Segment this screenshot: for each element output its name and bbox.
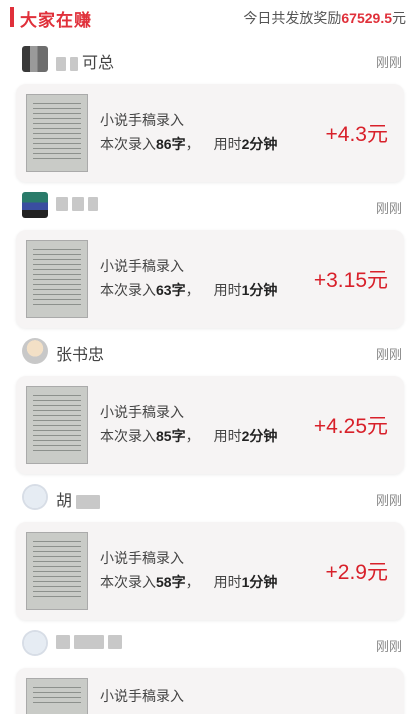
- user-avatar[interactable]: [22, 46, 48, 72]
- user-avatar[interactable]: [22, 192, 48, 218]
- duration: 2分钟: [241, 428, 278, 444]
- stats-mid: 用时: [213, 428, 242, 444]
- summary-unit: 元: [392, 10, 406, 26]
- username: 张书忠: [56, 341, 104, 365]
- stats-mid: 用时: [213, 136, 242, 152]
- task-name: 小说手稿录入: [100, 404, 184, 420]
- user-row: 刚刚: [0, 624, 420, 660]
- task-card[interactable]: 小说手稿录入 本次录入85字， 用时2分钟 +4.25元: [16, 376, 404, 474]
- username: 胡: [56, 487, 104, 511]
- manuscript-thumbnail: [26, 532, 88, 610]
- section-title: 大家在赚: [20, 11, 92, 30]
- task-stats: 本次录入63字， 用时1分钟: [100, 282, 278, 298]
- manuscript-thumbnail: [26, 94, 88, 172]
- stats-prefix: 本次录入: [100, 574, 156, 590]
- char-count: 86字: [156, 136, 186, 152]
- redacted-name-block: [70, 56, 78, 71]
- redacted-name-block: [108, 634, 122, 649]
- redacted-name-block: [56, 56, 66, 71]
- manuscript-thumbnail: [26, 386, 88, 464]
- user-row: 可总 刚刚: [0, 40, 420, 76]
- reward-amount: +4.25元: [313, 415, 388, 438]
- user-avatar[interactable]: [22, 630, 48, 656]
- username-text: 张书忠: [56, 347, 105, 364]
- char-count: 63字: [156, 282, 186, 298]
- task-stats: 本次录入85字， 用时2分钟: [100, 428, 278, 444]
- manuscript-thumbnail: [26, 240, 88, 318]
- redacted-name-block: [56, 634, 70, 649]
- username: 可总: [56, 49, 114, 73]
- redacted-name-block: [74, 634, 104, 649]
- task-stats: 本次录入58字， 用时1分钟: [100, 574, 278, 590]
- task-stats: 本次录入86字， 用时2分钟: [100, 136, 278, 152]
- task-card[interactable]: 小说手稿录入: [16, 668, 404, 714]
- task-card[interactable]: 小说手稿录入 本次录入58字， 用时1分钟 +2.9元: [16, 522, 404, 620]
- reward-amount: +4.3元: [325, 123, 388, 146]
- time-label: 刚刚: [375, 55, 402, 70]
- redacted-name-block: [56, 196, 68, 211]
- task-name: 小说手稿录入: [100, 258, 184, 274]
- summary-amount: 67529.5: [341, 10, 392, 26]
- char-count: 58字: [156, 574, 186, 590]
- user-avatar[interactable]: [22, 484, 48, 510]
- reward-amount: +2.9元: [325, 561, 388, 584]
- task-card[interactable]: 小说手稿录入 本次录入86字， 用时2分钟 +4.3元: [16, 84, 404, 182]
- user-row: 胡 刚刚: [0, 478, 420, 514]
- redacted-name-block: [88, 196, 98, 211]
- redacted-name-block: [72, 196, 84, 211]
- stats-mid: 用时: [213, 574, 242, 590]
- duration: 1分钟: [241, 574, 278, 590]
- duration: 2分钟: [241, 136, 278, 152]
- task-name: 小说手稿录入: [100, 688, 184, 704]
- redacted-name-block: [76, 494, 101, 509]
- stats-prefix: 本次录入: [100, 428, 156, 444]
- reward-amount: +3.15元: [313, 269, 388, 292]
- username: [56, 633, 126, 651]
- user-row: 张书忠 刚刚: [0, 332, 420, 368]
- time-label: 刚刚: [375, 347, 402, 362]
- manuscript-thumbnail: [26, 678, 88, 714]
- stats-prefix: 本次录入: [100, 136, 156, 152]
- char-count: 85字: [156, 428, 186, 444]
- user-row: 刚刚: [0, 186, 420, 222]
- daily-reward-summary: 今日共发放奖励67529.5元: [243, 8, 406, 28]
- summary-label: 今日共发放奖励: [243, 10, 342, 26]
- header-accent-bar: [10, 7, 14, 27]
- duration: 1分钟: [241, 282, 278, 298]
- task-name: 小说手稿录入: [100, 112, 184, 128]
- username-text: 可总: [82, 55, 115, 72]
- time-label: 刚刚: [375, 201, 402, 216]
- stats-prefix: 本次录入: [100, 282, 156, 298]
- username-text: 胡: [56, 493, 73, 510]
- section-header: 大家在赚 今日共发放奖励67529.5元: [0, 0, 420, 34]
- time-label: 刚刚: [375, 639, 402, 654]
- task-name: 小说手稿录入: [100, 550, 184, 566]
- time-label: 刚刚: [375, 493, 402, 508]
- user-avatar[interactable]: [22, 338, 48, 364]
- username: [56, 195, 102, 213]
- task-card[interactable]: 小说手稿录入 本次录入63字， 用时1分钟 +3.15元: [16, 230, 404, 328]
- stats-mid: 用时: [213, 282, 242, 298]
